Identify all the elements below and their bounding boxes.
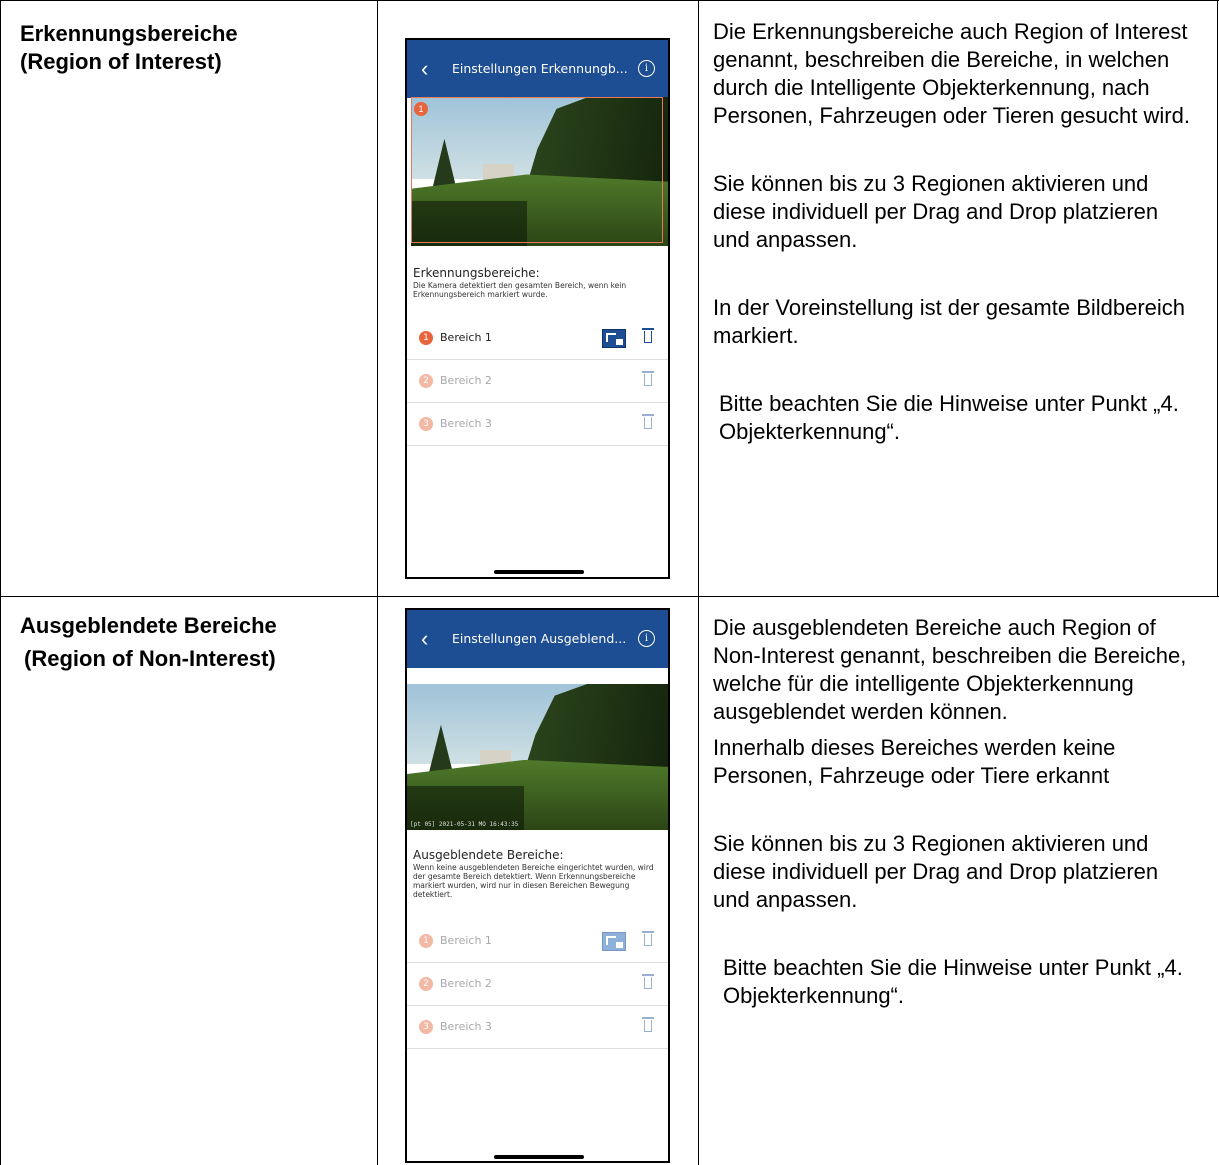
- trash-icon[interactable]: [642, 414, 654, 430]
- area-label: Bereich 3: [440, 417, 492, 430]
- area-number-badge: 3: [419, 1020, 433, 1034]
- row-title: Ausgeblendete Bereiche (Region of Non-In…: [20, 612, 277, 673]
- chevron-left-icon[interactable]: ‹: [421, 628, 428, 650]
- section-title: Erkennungsbereiche:: [413, 266, 540, 280]
- paragraph: Bitte beachten Sie die Hinweise unter Pu…: [719, 391, 1179, 444]
- paragraph: Die Erkennungsbereiche auch Region of In…: [713, 19, 1190, 128]
- paragraph: Bitte beachten Sie die Hinweise unter Pu…: [723, 955, 1183, 1008]
- info-icon[interactable]: i: [638, 60, 655, 77]
- area-row-3[interactable]: 3 Bereich 3: [407, 403, 668, 446]
- area-number-badge: 3: [419, 417, 433, 431]
- area-number-badge: 2: [419, 374, 433, 388]
- area-row-2[interactable]: 2 Bereich 2: [407, 360, 668, 403]
- area-label: Bereich 2: [440, 374, 492, 387]
- section-title: Ausgeblendete Bereiche:: [413, 848, 564, 862]
- camera-preview[interactable]: 1: [411, 97, 668, 246]
- row-title: Erkennungsbereiche (Region of Interest): [20, 20, 238, 76]
- home-indicator: [494, 570, 584, 574]
- area-number-badge: 1: [419, 934, 433, 948]
- paragraph: Sie können bis zu 3 Regionen aktivieren …: [713, 831, 1159, 912]
- trash-icon[interactable]: [642, 371, 654, 387]
- area-number-badge: 2: [419, 977, 433, 991]
- area-number-badge: 1: [419, 331, 433, 345]
- region-badge: 1: [414, 102, 428, 116]
- camera-preview[interactable]: [pt 05] 2021-05-31 MO 16:43:35: [407, 684, 668, 830]
- paragraph: Sie können bis zu 3 Regionen aktivieren …: [713, 171, 1159, 252]
- section-subtitle: Die Kamera detektiert den gesamten Berei…: [413, 281, 627, 299]
- table-row-ausgeblendete-bereiche: Ausgeblendete Bereiche (Region of Non-In…: [0, 596, 1219, 1165]
- nav-title: Einstellungen Erkennungb...: [452, 61, 628, 76]
- trash-icon[interactable]: [642, 931, 654, 947]
- nav-bar: ‹ Einstellungen Ausgeblend... i: [407, 610, 668, 668]
- paragraph: Die ausgeblendeten Bereiche auch Region …: [713, 615, 1187, 724]
- area-label: Bereich 1: [440, 331, 492, 344]
- area-label: Bereich 3: [440, 1020, 492, 1033]
- paragraph: Innerhalb dieses Bereiches werden keine …: [713, 735, 1116, 788]
- section-subtitle: Wenn keine ausgeblendeten Bereiche einge…: [413, 863, 654, 899]
- info-icon[interactable]: i: [638, 630, 655, 647]
- description-cell: Die ausgeblendeten Bereiche auch Region …: [713, 614, 1193, 1010]
- row-title-line2: (Region of Interest): [20, 49, 222, 74]
- area-row-2[interactable]: 2 Bereich 2: [407, 963, 668, 1006]
- row-title-line1: Ausgeblendete Bereiche: [20, 613, 277, 638]
- phone-screenshot: ‹ Einstellungen Erkennungb... i 1 Erkenn…: [405, 38, 670, 579]
- home-indicator: [494, 1155, 584, 1159]
- area-row-1[interactable]: 1 Bereich 1: [407, 920, 668, 963]
- area-label: Bereich 1: [440, 934, 492, 947]
- row-title-line1: Erkennungsbereiche: [20, 21, 238, 46]
- area-row-1[interactable]: 1 Bereich 1: [407, 317, 668, 360]
- edit-region-button[interactable]: [602, 932, 626, 951]
- nav-bar: ‹ Einstellungen Erkennungb... i: [407, 40, 668, 98]
- description-cell: Die Erkennungsbereiche auch Region of In…: [713, 18, 1193, 446]
- nav-title: Einstellungen Ausgeblend...: [452, 631, 627, 646]
- trash-icon[interactable]: [642, 974, 654, 990]
- chevron-left-icon[interactable]: ‹: [421, 58, 428, 80]
- area-row-3[interactable]: 3 Bereich 3: [407, 1006, 668, 1049]
- row-title-line2: (Region of Non-Interest): [24, 646, 276, 671]
- table-row-erkennungsbereiche: Erkennungsbereiche (Region of Interest) …: [0, 0, 1219, 596]
- paragraph: In der Voreinstellung ist der gesamte Bi…: [713, 295, 1186, 348]
- area-label: Bereich 2: [440, 977, 492, 990]
- document-table: Erkennungsbereiche (Region of Interest) …: [0, 0, 1219, 1165]
- region-overlay[interactable]: [411, 97, 663, 243]
- edit-region-button[interactable]: [602, 329, 626, 348]
- trash-icon[interactable]: [642, 328, 654, 344]
- phone-screenshot: ‹ Einstellungen Ausgeblend... i [pt 05] …: [405, 608, 670, 1163]
- trash-icon[interactable]: [642, 1017, 654, 1033]
- camera-timestamp: [pt 05] 2021-05-31 MO 16:43:35: [410, 821, 519, 828]
